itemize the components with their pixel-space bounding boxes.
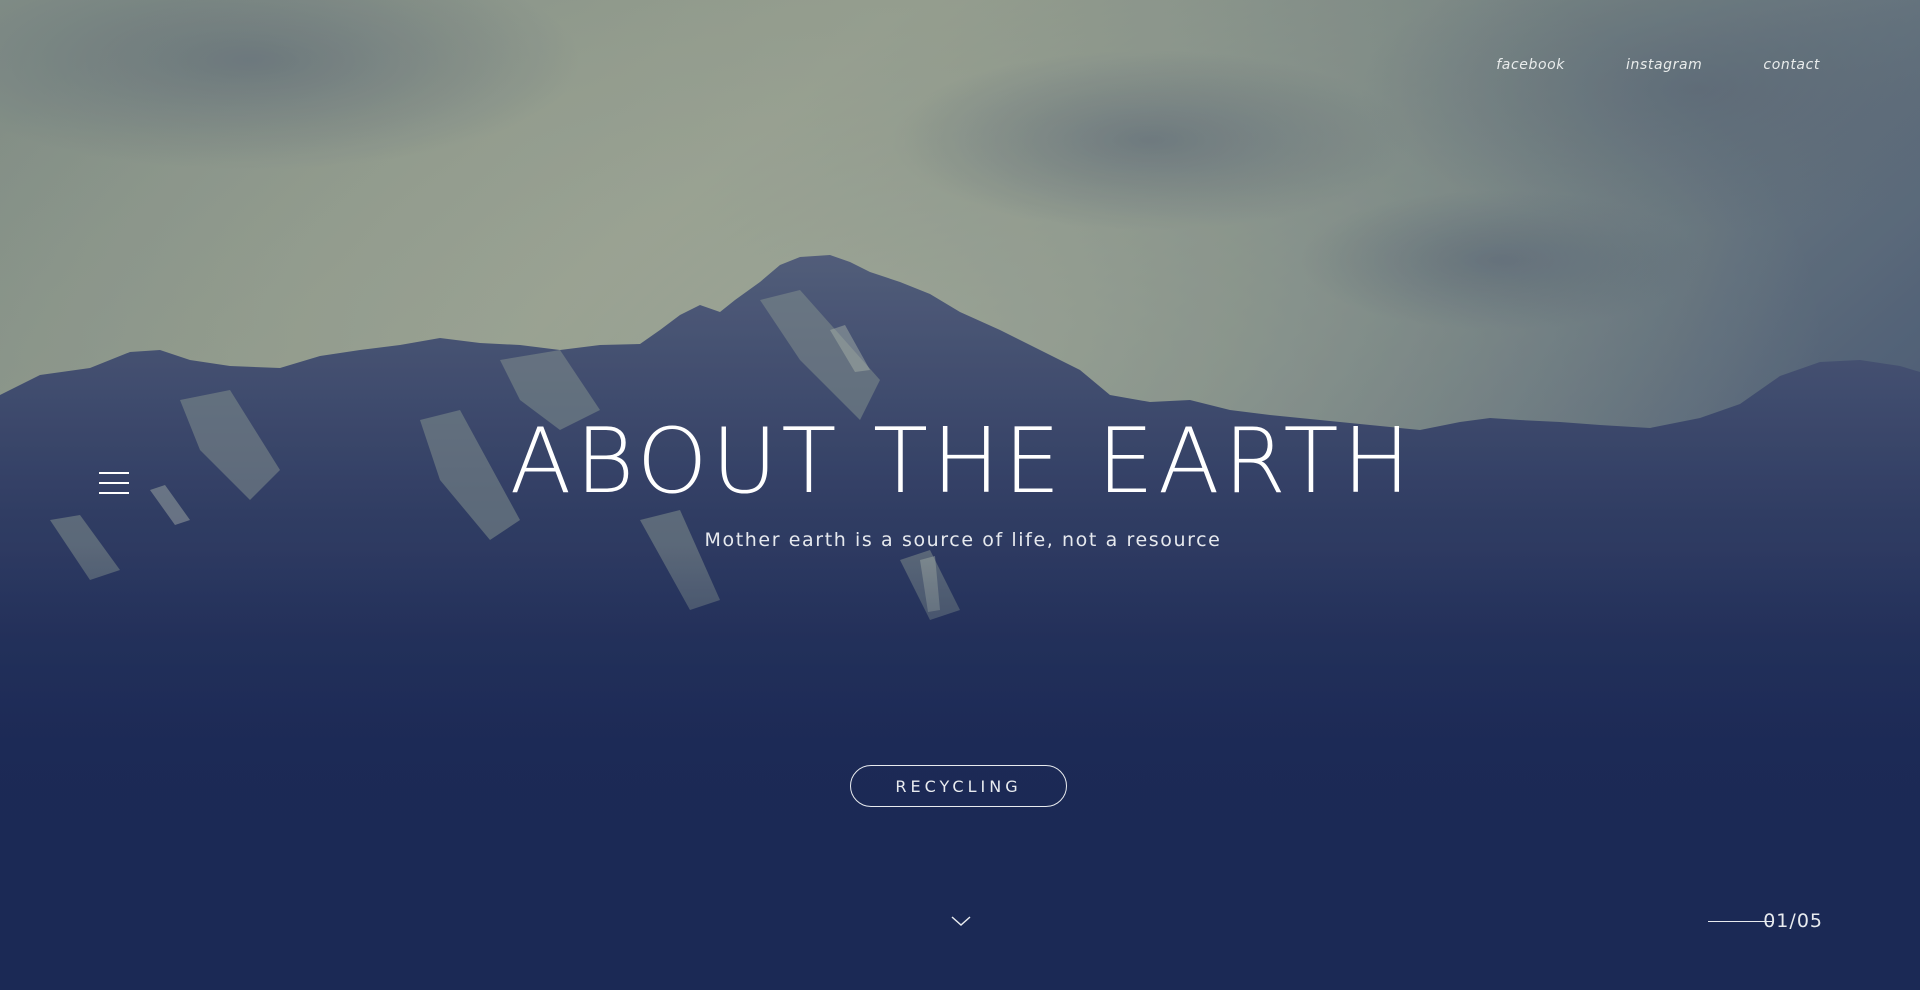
top-nav: facebook instagram contact	[1496, 57, 1820, 73]
hero-title: ABOUT THE EARTH	[509, 409, 1415, 514]
slide-indicator: 01 / 05	[1708, 910, 1823, 932]
instagram-link[interactable]: instagram	[1626, 57, 1702, 73]
facebook-link[interactable]: facebook	[1496, 57, 1565, 73]
page: facebook instagram contact ABOUT THE EAR…	[0, 0, 1920, 990]
slide-total: 05	[1796, 910, 1823, 932]
slide-separator: /	[1789, 910, 1797, 932]
contact-link[interactable]: contact	[1763, 57, 1820, 73]
chevron-down-icon[interactable]	[950, 914, 972, 928]
recycling-button[interactable]: RECYCLING	[850, 765, 1067, 807]
hero-subtitle: Mother earth is a source of life, not a …	[704, 529, 1222, 551]
slide-progress-line	[1708, 921, 1773, 922]
